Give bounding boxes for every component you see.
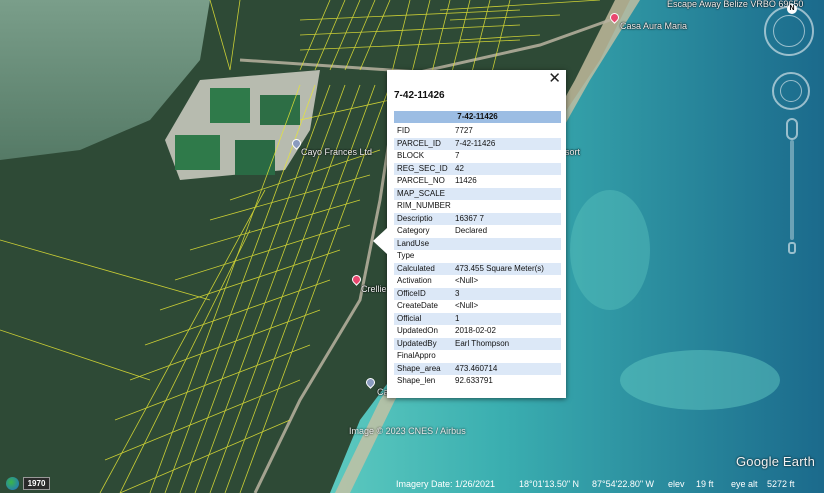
attribute-key: RIM_NUMBER bbox=[397, 201, 451, 210]
historical-imagery-button[interactable]: 1970 bbox=[23, 477, 50, 490]
attribute-value: 92.633791 bbox=[455, 376, 493, 385]
attribute-value: <Null> bbox=[455, 301, 479, 310]
attribute-row: MAP_SCALE bbox=[394, 187, 561, 201]
latitude-readout: 18°01'13.50" N bbox=[519, 479, 580, 489]
attribute-value: 2018-02-02 bbox=[455, 326, 496, 335]
attribute-row: Calculated 473.455 Square Meter(s) bbox=[394, 262, 561, 275]
parcel-info-balloon: ✕ 7-42-11426 7-42-11426 FID 7727 PARCEL_ID… bbox=[373, 70, 566, 398]
attribute-key: MAP_SCALE bbox=[397, 188, 446, 198]
attribute-row: PARCEL_NO 11426 bbox=[394, 175, 561, 188]
zoom-out-icon[interactable] bbox=[788, 242, 796, 254]
attribute-key: Calculated bbox=[397, 263, 435, 273]
move-joystick-inner[interactable] bbox=[780, 80, 802, 102]
place-label-cayo-frances[interactable]: Cayo Frances Ltd bbox=[301, 147, 372, 157]
attribute-key: UpdatedOn bbox=[397, 326, 438, 335]
attribute-key: LandUse bbox=[397, 238, 430, 248]
attribute-key: REG_SEC_ID bbox=[397, 163, 448, 173]
attribute-row: BLOCK 7 bbox=[394, 150, 561, 163]
attribute-value: Earl Thompson bbox=[455, 338, 510, 348]
attribute-row: OfficeID 3 bbox=[394, 287, 561, 300]
attribute-table-header: 7-42-11426 bbox=[394, 111, 561, 123]
attribute-row: Type bbox=[394, 250, 561, 263]
imagery-date: Imagery Date: 1/26/2021 bbox=[396, 479, 496, 489]
attribute-value: 11426 bbox=[455, 176, 477, 185]
attribute-value: 473.455 Square Meter(s) bbox=[455, 263, 544, 273]
attribute-value: 42 bbox=[455, 163, 464, 173]
imagery-credit: Image © 2023 CNES / Airbus bbox=[349, 426, 466, 436]
eye-altitude-label: eye alt bbox=[731, 479, 758, 489]
attribute-table: FID 7727 PARCEL_ID 7-42-11426 BLOCK 7 REG_SEC_… bbox=[394, 125, 561, 388]
attribute-value bbox=[455, 250, 561, 263]
attribute-value bbox=[455, 200, 561, 213]
compass-north-icon[interactable]: N bbox=[787, 4, 797, 14]
attribute-value: 7 bbox=[455, 151, 460, 160]
attribute-row: REG_SEC_ID 42 bbox=[394, 162, 561, 175]
elevation-value: 19 ft bbox=[696, 479, 714, 489]
place-label-casa-aura-maria[interactable]: Casa Aura Maria bbox=[620, 21, 687, 31]
attribute-row: RIM_NUMBER bbox=[394, 200, 561, 213]
attribute-value bbox=[455, 238, 561, 251]
attribute-row: PARCEL_ID 7-42-11426 bbox=[394, 137, 561, 150]
attribute-row: UpdatedBy Earl Thompson bbox=[394, 337, 561, 350]
attribute-key: OfficeID bbox=[397, 288, 426, 298]
attribute-key: FID bbox=[397, 126, 410, 135]
attribute-key: Shape_len bbox=[397, 376, 436, 385]
attribute-key: PARCEL_ID bbox=[397, 138, 441, 148]
attribute-value: 16367 7 bbox=[455, 213, 484, 223]
street-view-pegman-icon[interactable] bbox=[786, 118, 798, 140]
attribute-value: 3 bbox=[455, 288, 460, 298]
attribute-key: PARCEL_NO bbox=[397, 176, 445, 185]
attribute-row: FinalAppro bbox=[394, 350, 561, 363]
attribute-row: FID 7727 bbox=[394, 125, 561, 138]
globe-icon[interactable] bbox=[6, 477, 19, 490]
look-joystick-inner[interactable] bbox=[773, 15, 805, 47]
attribute-value: <Null> bbox=[455, 276, 479, 285]
eye-altitude-value: 5272 ft bbox=[767, 479, 795, 489]
attribute-row: CreateDate <Null> bbox=[394, 300, 561, 313]
attribute-value bbox=[455, 188, 561, 201]
google-earth-logo: Google Earth bbox=[736, 454, 816, 469]
place-label-resort-partial[interactable]: sort bbox=[565, 147, 580, 157]
attribute-row: Official 1 bbox=[394, 312, 561, 325]
attribute-row: Category Declared bbox=[394, 225, 561, 238]
attribute-key: Descriptio bbox=[397, 213, 433, 223]
attribute-row: Shape_area 473.460714 bbox=[394, 362, 561, 375]
attribute-row: Descriptio 16367 7 bbox=[394, 212, 561, 225]
attribute-value: 7-42-11426 bbox=[455, 138, 496, 148]
attribute-row: LandUse bbox=[394, 237, 561, 251]
attribute-key: Official bbox=[397, 313, 422, 323]
attribute-value: 473.460714 bbox=[455, 363, 498, 373]
attribute-key: FinalAppro bbox=[397, 351, 436, 360]
close-icon[interactable]: ✕ bbox=[548, 71, 561, 86]
attribute-value: 7727 bbox=[455, 126, 473, 135]
attribute-key: UpdatedBy bbox=[397, 338, 437, 348]
attribute-value: 1 bbox=[455, 313, 460, 323]
attribute-key: BLOCK bbox=[397, 151, 425, 160]
attribute-row: Activation <Null> bbox=[394, 275, 561, 288]
attribute-key: Activation bbox=[397, 276, 432, 285]
attribute-key: Shape_area bbox=[397, 363, 441, 373]
balloon-pointer bbox=[373, 228, 387, 254]
place-label-crellie[interactable]: Crellie bbox=[361, 284, 387, 294]
attribute-value: Declared bbox=[455, 226, 488, 235]
balloon-title: 7-42-11426 bbox=[394, 90, 445, 101]
elevation-label: elev bbox=[668, 479, 685, 489]
attribute-key: Category bbox=[397, 226, 430, 235]
attribute-key: Type bbox=[397, 251, 415, 260]
status-bar: 1970 Imagery Date: 1/26/2021 18°01'13.50… bbox=[0, 475, 824, 493]
attribute-row: Shape_len 92.633791 bbox=[394, 375, 561, 388]
attribute-row: UpdatedOn 2018-02-02 bbox=[394, 325, 561, 338]
attribute-value bbox=[455, 350, 561, 363]
longitude-readout: 87°54'22.80" W bbox=[592, 479, 655, 489]
attribute-key: CreateDate bbox=[397, 301, 438, 310]
zoom-slider-track[interactable] bbox=[790, 140, 794, 240]
